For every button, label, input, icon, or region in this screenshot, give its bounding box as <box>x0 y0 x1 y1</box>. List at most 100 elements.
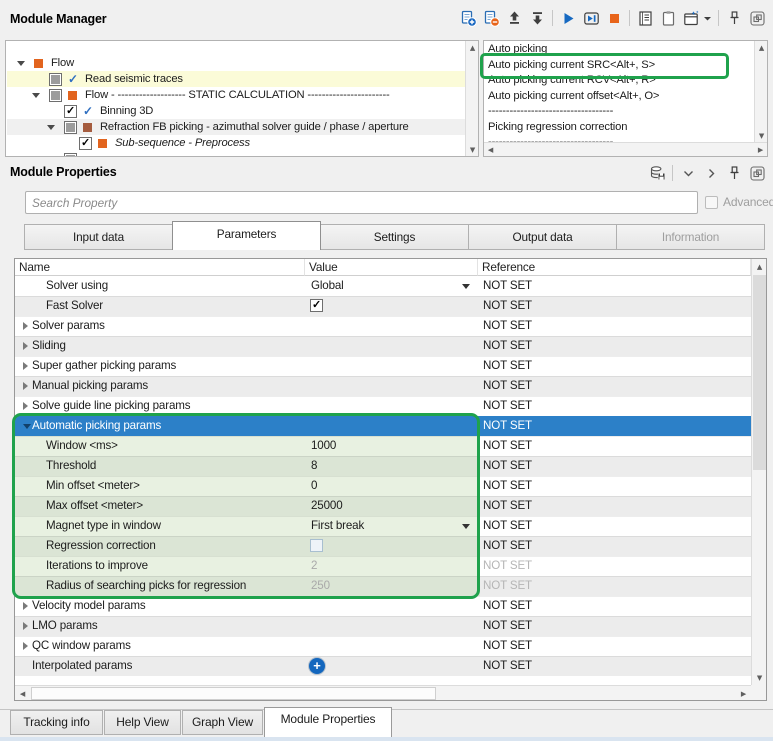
tree-row[interactable]: Flow - ------------------- STATIC CALCUL… <box>7 87 465 103</box>
column-header-value[interactable]: Value <box>305 259 478 276</box>
table-row[interactable]: SlidingNOT SET <box>15 336 751 356</box>
expand-arrow-icon[interactable] <box>23 322 28 330</box>
table-row[interactable]: Magnet type in windowFirst breakNOT SET <box>15 516 751 536</box>
tree-checkbox[interactable] <box>64 153 83 157</box>
table-row[interactable]: Interpolated params+NOT SET <box>15 656 751 676</box>
tree-row[interactable]: Refraction FB picking - azimuthal solver… <box>7 119 465 135</box>
tab-output-data[interactable]: Output data <box>468 224 617 250</box>
scroll-right-icon[interactable]: ▶ <box>754 143 767 156</box>
table-row[interactable]: Automatic picking paramsNOT SET <box>15 416 751 436</box>
tree-row[interactable]: Flow <box>7 55 465 71</box>
bottom-tab-help-view[interactable]: Help View <box>104 710 181 735</box>
action-list-item[interactable]: Auto picking current SRC<Alt+, S> <box>484 58 752 73</box>
new-window-button[interactable] <box>680 7 702 29</box>
bottom-tab-module-properties[interactable]: Module Properties <box>264 707 392 737</box>
collapse-all-button[interactable] <box>677 162 699 184</box>
collapse-arrow-icon[interactable] <box>23 424 31 429</box>
property-search-input[interactable] <box>25 191 698 214</box>
scroll-right-icon[interactable]: ▶ <box>737 687 750 700</box>
remove-module-button[interactable] <box>480 7 502 29</box>
table-row[interactable]: Velocity model paramsNOT SET <box>15 596 751 616</box>
new-window-dropdown[interactable] <box>703 7 714 29</box>
table-row[interactable]: Solver paramsNOT SET <box>15 316 751 336</box>
value-checkbox[interactable]: ✓ <box>310 299 323 312</box>
run-flow-button[interactable] <box>580 7 602 29</box>
tab-information[interactable]: Information <box>616 224 765 250</box>
scrollbar-thumb[interactable] <box>31 687 436 700</box>
tab-input-data[interactable]: Input data <box>24 224 173 250</box>
pin-button[interactable] <box>723 162 745 184</box>
tree-row[interactable]: ✓Read seismic traces <box>7 71 465 87</box>
expand-arrow-icon[interactable] <box>23 342 28 350</box>
expand-arrow-icon[interactable] <box>23 622 28 630</box>
expand-arrow-icon[interactable] <box>23 362 28 370</box>
table-row[interactable]: Regression correctionNOT SET <box>15 536 751 556</box>
table-row[interactable]: Max offset <meter>25000NOT SET <box>15 496 751 516</box>
action-list-item[interactable]: ----------------------------------- <box>484 135 752 142</box>
table-row[interactable]: Iterations to improve2NOT SET <box>15 556 751 576</box>
float-button[interactable] <box>746 162 768 184</box>
add-parameter-button[interactable]: + <box>309 658 325 674</box>
table-row[interactable]: Solver usingGlobalNOT SET <box>15 276 751 296</box>
tree-checkbox[interactable]: ✓ <box>64 105 83 118</box>
tree-vertical-scrollbar[interactable]: ▲ ▼ <box>465 41 478 156</box>
advanced-checkbox[interactable] <box>705 196 718 209</box>
value-checkbox[interactable] <box>310 539 323 552</box>
dropdown-caret-icon[interactable] <box>462 284 470 289</box>
save-properties-button[interactable] <box>646 162 668 184</box>
value-dropdown[interactable]: First break <box>311 516 364 535</box>
column-header-name[interactable]: Name <box>15 259 305 276</box>
table-row[interactable]: Solve guide line picking paramsNOT SET <box>15 396 751 416</box>
action-list-item[interactable]: Auto picking current RCV<Alt+, R> <box>484 73 752 88</box>
action-list-item[interactable]: ----------------------------------- <box>484 104 752 119</box>
log-view-button[interactable] <box>634 7 656 29</box>
value-dropdown[interactable]: Global <box>311 276 344 295</box>
action-list-item[interactable]: Picking regression correction <box>484 120 752 135</box>
expander-icon[interactable] <box>32 93 49 98</box>
expand-arrow-icon[interactable] <box>23 402 28 410</box>
scroll-up-icon[interactable]: ▲ <box>755 41 768 54</box>
table-row[interactable]: Fast Solver✓NOT SET <box>15 296 751 316</box>
tree-checkbox[interactable] <box>64 121 83 134</box>
table-row[interactable]: Window <ms>1000NOT SET <box>15 436 751 456</box>
scroll-left-icon[interactable]: ◀ <box>16 687 29 700</box>
tree-checkbox[interactable]: ✓ <box>79 137 98 150</box>
scrollbar-thumb[interactable] <box>753 275 766 470</box>
import-flow-button[interactable] <box>503 7 525 29</box>
float-button[interactable] <box>746 7 768 29</box>
list-horizontal-scrollbar[interactable]: ◀ ▶ <box>484 142 767 156</box>
expand-arrow-icon[interactable] <box>23 382 28 390</box>
scroll-down-icon[interactable]: ▼ <box>755 129 768 142</box>
expand-arrow-icon[interactable] <box>23 602 28 610</box>
tab-settings[interactable]: Settings <box>320 224 469 250</box>
export-flow-button[interactable] <box>526 7 548 29</box>
table-row[interactable]: LMO paramsNOT SET <box>15 616 751 636</box>
scroll-down-icon[interactable]: ▼ <box>466 143 479 156</box>
tree-row[interactable]: ✓Sub-sequence - Preprocess <box>7 135 465 151</box>
tree-row[interactable]: ✓✓Binning 3D <box>7 103 465 119</box>
tab-parameters[interactable]: Parameters <box>172 221 321 250</box>
expand-all-button[interactable] <box>700 162 722 184</box>
dropdown-caret-icon[interactable] <box>462 524 470 529</box>
table-row[interactable]: Min offset <meter>0NOT SET <box>15 476 751 496</box>
scroll-left-icon[interactable]: ◀ <box>484 143 497 156</box>
tree-checkbox[interactable] <box>49 89 68 102</box>
expand-arrow-icon[interactable] <box>23 642 28 650</box>
expander-icon[interactable] <box>47 125 64 130</box>
list-vertical-scrollbar[interactable]: ▲ ▼ <box>754 41 767 142</box>
run-button[interactable] <box>557 7 579 29</box>
tree-row[interactable] <box>7 151 465 156</box>
scroll-down-icon[interactable]: ▼ <box>752 671 767 684</box>
stop-button[interactable] <box>603 7 625 29</box>
table-row[interactable]: Threshold8NOT SET <box>15 456 751 476</box>
scroll-up-icon[interactable]: ▲ <box>752 260 767 273</box>
expander-icon[interactable] <box>17 61 34 66</box>
table-horizontal-scrollbar[interactable]: ◀ ▶ <box>15 685 751 700</box>
column-header-reference[interactable]: Reference <box>478 259 751 276</box>
tree-checkbox[interactable] <box>49 73 68 86</box>
bottom-tab-graph-view[interactable]: Graph View <box>182 710 263 735</box>
table-row[interactable]: QC window paramsNOT SET <box>15 636 751 656</box>
pin-button[interactable] <box>723 7 745 29</box>
action-list-item[interactable]: Auto picking current offset<Alt+, O> <box>484 89 752 104</box>
bottom-tab-tracking-info[interactable]: Tracking info <box>10 710 103 735</box>
